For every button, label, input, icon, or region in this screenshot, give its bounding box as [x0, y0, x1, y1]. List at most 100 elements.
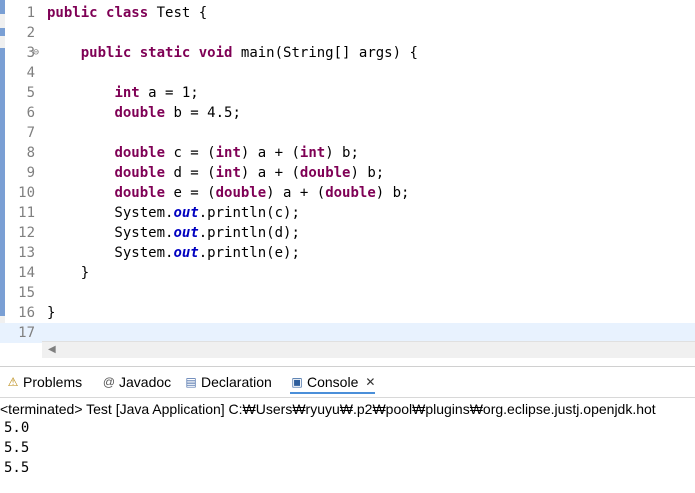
code-line[interactable]: 15 — [0, 283, 695, 303]
code-line[interactable]: 10 double e = (double) a + (double) b; — [0, 183, 695, 203]
code-line[interactable]: 7 — [0, 123, 695, 143]
console-icon: ▣ — [291, 375, 303, 389]
keyword-token: static — [139, 45, 191, 61]
code-line[interactable]: 16} — [0, 303, 695, 323]
keyword-token: double — [114, 105, 166, 121]
code-text: System.out.println(e); — [47, 243, 300, 263]
static-field-token: out — [173, 245, 199, 261]
code-token: ) a + ( — [240, 145, 300, 161]
code-line[interactable]: 2 — [0, 23, 695, 43]
code-token: e = ( — [165, 185, 216, 201]
code-line[interactable]: 14 } — [0, 263, 695, 283]
tab-label: Problems — [23, 374, 83, 390]
code-line[interactable]: 11 System.out.println(c); — [0, 203, 695, 223]
console-status: <terminated> Test [Java Application] C:₩… — [0, 397, 695, 420]
keyword-token: double — [114, 185, 166, 201]
line-number: 16 — [18, 305, 35, 321]
code-token: d = ( — [165, 165, 216, 181]
keyword-token: public — [80, 45, 132, 61]
line-number: 5 — [26, 85, 35, 101]
code-token: b = 4.5; — [165, 105, 241, 121]
code-text: System.out.println(d); — [47, 223, 299, 243]
scroll-left-icon[interactable]: ◀ — [48, 342, 56, 358]
keyword-token: class — [106, 5, 149, 21]
keyword-token: int — [299, 145, 326, 161]
close-icon[interactable]: ✕ — [365, 372, 375, 392]
keyword-token: public — [47, 5, 98, 21]
line-number: 14 — [18, 265, 35, 281]
line-number: 9 — [26, 165, 35, 181]
declaration-icon: ▤ — [185, 375, 197, 389]
line-number: 1 — [26, 5, 35, 21]
code-text: System.out.println(c); — [47, 203, 300, 223]
tab-problems[interactable]: ⚠ Problems — [6, 372, 83, 392]
horizontal-scrollbar[interactable]: ◀ — [42, 341, 695, 358]
line-number: 15 — [18, 285, 35, 301]
line-number: 12 — [18, 225, 35, 241]
line-number: 2 — [26, 25, 35, 41]
code-line[interactable]: 8 double c = (int) a + (int) b; — [0, 143, 695, 163]
keyword-token: void — [198, 45, 233, 61]
fold-toggle-icon[interactable]: ⊖ — [33, 43, 42, 63]
code-text: int a = 1; — [47, 83, 199, 103]
code-text: double e = (double) a + (double) b; — [47, 183, 409, 203]
code-line[interactable]: 5 int a = 1; — [0, 83, 695, 103]
code-token: ) b; — [375, 185, 410, 201]
console-output-line: 5.5 — [4, 460, 30, 476]
code-token: Test { — [148, 5, 208, 21]
tab-console[interactable]: ▣ Console ✕ — [290, 372, 376, 394]
code-editor[interactable]: 1 public class Test { 2 3 ⊖ public static vo… — [0, 0, 695, 358]
line-number: 7 — [26, 125, 35, 141]
code-line[interactable]: 9 double d = (int) a + (double) b; — [0, 163, 695, 183]
tab-javadoc[interactable]: @ Javadoc — [102, 372, 171, 392]
code-text: double c = (int) a + (int) b; — [47, 143, 359, 163]
code-token: ) a + ( — [240, 165, 300, 181]
code-text: double b = 4.5; — [47, 103, 241, 123]
code-line[interactable]: 4 — [0, 63, 695, 83]
code-token: System. — [47, 205, 174, 221]
code-line[interactable]: 12 System.out.println(d); — [0, 223, 695, 243]
code-line[interactable]: 6 double b = 4.5; — [0, 103, 695, 123]
code-token: c = ( — [165, 145, 216, 161]
code-token: .println(c); — [198, 205, 300, 221]
code-text: public class Test { — [47, 3, 207, 23]
code-token: a = 1; — [139, 85, 199, 101]
code-line[interactable]: 3 ⊖ public static void main(String[] args… — [0, 43, 695, 63]
keyword-token: double — [325, 185, 376, 201]
line-number: 17 — [18, 325, 35, 341]
keyword-token: double — [114, 165, 166, 181]
code-token: ) b; — [350, 165, 385, 181]
code-token: ) a + ( — [266, 185, 326, 201]
code-text: } — [47, 303, 55, 323]
keyword-token: int — [215, 145, 241, 161]
line-number: 8 — [26, 145, 35, 161]
code-line[interactable]: 17 — [0, 323, 695, 343]
code-line[interactable]: 1 public class Test { — [0, 3, 695, 23]
line-number: 3 — [26, 45, 35, 61]
tab-label: Console — [307, 374, 359, 390]
line-number: 11 — [18, 205, 35, 221]
line-number: 13 — [18, 245, 35, 261]
code-token: .println(e); — [198, 245, 300, 261]
console-output-line: 5.0 — [4, 420, 30, 436]
problems-icon: ⚠ — [7, 375, 19, 389]
code-text: } — [47, 263, 89, 283]
code-token: } — [47, 265, 90, 281]
code-text: double d = (int) a + (double) b; — [47, 163, 384, 183]
code-token: ) b; — [325, 145, 359, 161]
static-field-token: out — [173, 225, 199, 241]
code-token: main(String[] args) { — [232, 45, 418, 61]
keyword-token: int — [215, 165, 241, 181]
panel-tabs: ⚠ Problems @ Javadoc ▤ Declaration ▣ Con… — [0, 367, 695, 397]
code-token: System. — [47, 245, 174, 261]
tab-declaration[interactable]: ▤ Declaration — [184, 372, 272, 392]
keyword-token: double — [215, 185, 267, 201]
code-line[interactable]: 13 System.out.println(e); — [0, 243, 695, 263]
